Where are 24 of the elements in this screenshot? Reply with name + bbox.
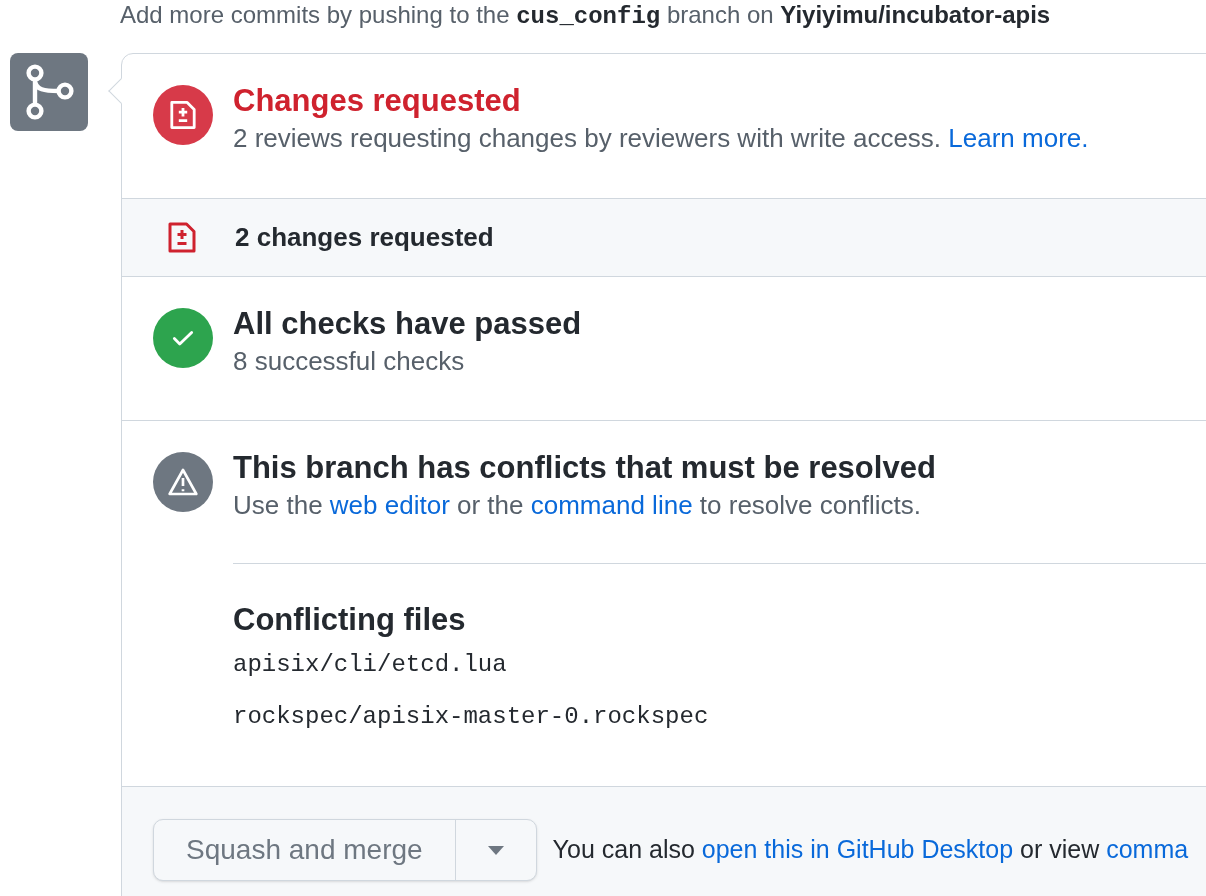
merge-hint: Add more commits by pushing to the cus_config branch on Yiyiyimu/incubator-apis bbox=[120, 1, 1051, 28]
status-title: All checks have passed bbox=[233, 305, 582, 343]
file-path: apisix/cli/etcd.lua bbox=[233, 650, 508, 680]
link[interactable]: Learn more. bbox=[948, 123, 1089, 153]
merge-alternatives-text: You can also open this in GitHub Desktop or view comma bbox=[552, 834, 1189, 866]
warning-status-icon bbox=[153, 452, 213, 512]
file-path: rockspec/apisix-master-0.rockspec bbox=[233, 702, 710, 732]
status-title: This branch has conflicts that must be resolved bbox=[233, 449, 936, 487]
file-diff-icon bbox=[167, 221, 197, 254]
link[interactable]: web editor bbox=[329, 490, 450, 520]
link[interactable]: command line bbox=[530, 490, 693, 520]
status-description: Use the web editor or the command line to resolve conflicts. bbox=[233, 489, 922, 522]
link[interactable]: open this in GitHub Desktop bbox=[701, 835, 1014, 864]
status-description: 8 successful checks bbox=[233, 345, 466, 378]
check-status-icon bbox=[153, 308, 213, 368]
status-title: Changes requested bbox=[233, 82, 522, 120]
caret-icon bbox=[487, 845, 504, 855]
conflicting-files-title: Conflicting files bbox=[233, 601, 467, 639]
status-description: 2 reviews requesting changes by reviewers with write access. Learn more. bbox=[233, 122, 1089, 155]
changes-requested-icon bbox=[153, 85, 213, 145]
summary-label: 2 changes requested bbox=[235, 221, 494, 254]
link[interactable]: comma bbox=[1106, 835, 1189, 864]
merge-icon bbox=[10, 53, 88, 131]
summary-row[interactable]: 2 changes requested bbox=[122, 199, 1206, 277]
